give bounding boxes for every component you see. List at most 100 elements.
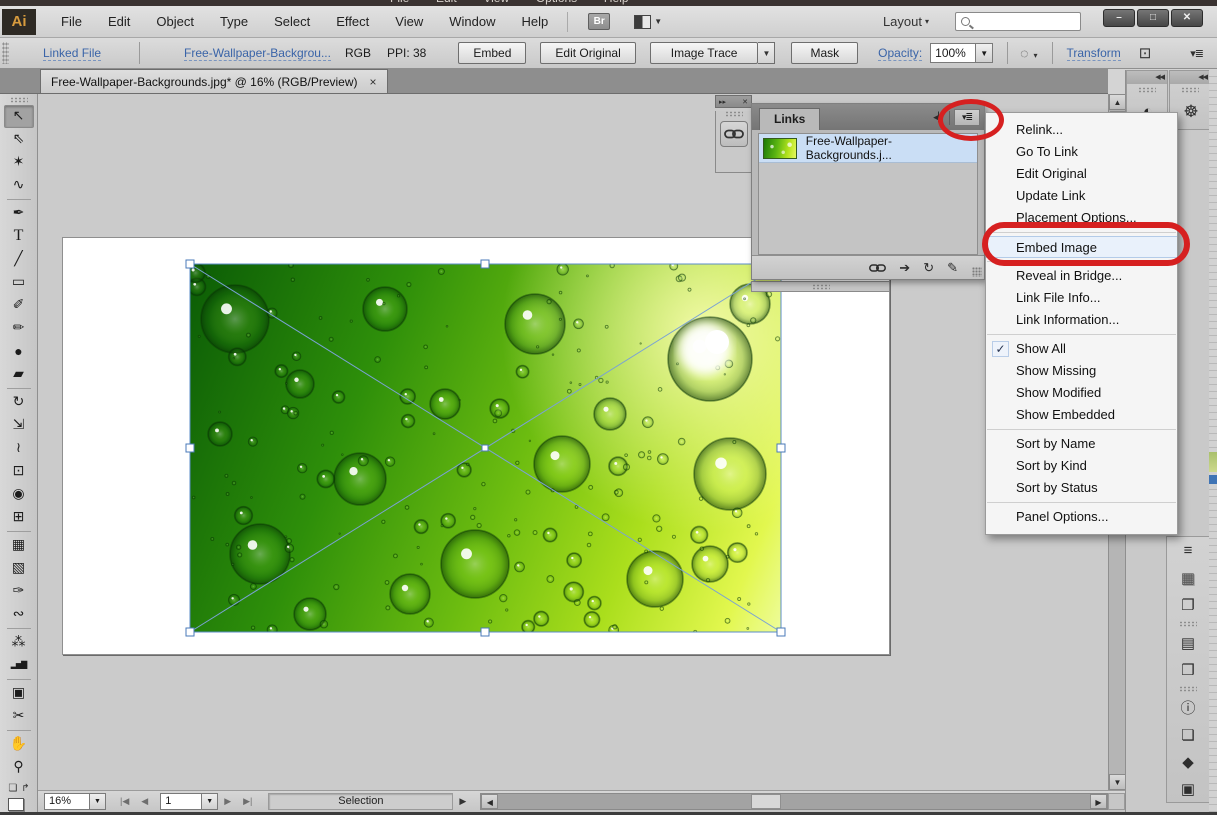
- menu-item-go-to-link[interactable]: Go To Link: [986, 141, 1177, 163]
- panel-resize-grip[interactable]: [972, 267, 982, 277]
- paintbrush-tool[interactable]: ✐: [4, 294, 34, 317]
- layout-dropdown[interactable]: Layout ▾: [883, 14, 929, 29]
- stroke-panel-icon[interactable]: ≡: [1167, 537, 1209, 564]
- image-trace-button[interactable]: Image Trace: [650, 42, 759, 64]
- menu-select[interactable]: Select: [261, 8, 323, 35]
- artboard-navigation-combo[interactable]: 1 ▼: [160, 793, 218, 810]
- blob-brush-tool[interactable]: ●: [4, 340, 34, 363]
- symbol-sprayer-tool[interactable]: ⁂: [4, 631, 34, 654]
- pathfinder-panel-icon[interactable]: ❒: [1167, 656, 1209, 683]
- free-transform-tool[interactable]: ⊡: [4, 460, 34, 483]
- menu-item-edit-original[interactable]: Edit Original: [986, 163, 1177, 185]
- go-to-link-icon[interactable]: ➔: [899, 260, 910, 276]
- style-indicator-icon[interactable]: ◌▾: [1020, 45, 1039, 61]
- zoom-level-value[interactable]: 16%: [44, 793, 90, 810]
- fill-swatch[interactable]: [8, 798, 24, 811]
- close-button[interactable]: ✕: [1171, 9, 1203, 27]
- menu-item-reveal-in-bridge[interactable]: Reveal in Bridge...: [986, 265, 1177, 287]
- shape-builder-tool[interactable]: ◉: [4, 483, 34, 506]
- panel-grip[interactable]: [1179, 686, 1197, 692]
- symbols-panel-icon[interactable]: ❐: [1167, 591, 1209, 618]
- info-panel-icon[interactable]: ⓘ: [1167, 694, 1209, 721]
- relink-icon[interactable]: [869, 263, 886, 273]
- menu-item-relink[interactable]: Relink...: [986, 119, 1177, 141]
- width-tool[interactable]: ≀: [4, 437, 34, 460]
- panel-grip[interactable]: [1179, 621, 1197, 627]
- placed-image[interactable]: [190, 264, 781, 632]
- lasso-tool[interactable]: ∿: [4, 174, 34, 197]
- default-fill-stroke-icon[interactable]: ❏: [8, 783, 17, 794]
- menu-object[interactable]: Object: [143, 8, 207, 35]
- menu-item-update-link[interactable]: Update Link: [986, 185, 1177, 207]
- document-tab[interactable]: Free-Wallpaper-Backgrounds.jpg* @ 16% (R…: [40, 69, 388, 93]
- scroll-right-icon[interactable]: ▶: [1090, 794, 1107, 809]
- selection-type-link[interactable]: Linked File: [43, 46, 101, 61]
- scroll-left-icon[interactable]: ◀: [481, 794, 498, 809]
- links-list-item[interactable]: Free-Wallpaper-Backgrounds.j...: [759, 134, 977, 163]
- panel-grip[interactable]: [1181, 87, 1199, 93]
- menu-item-panel-options[interactable]: Panel Options...: [986, 506, 1177, 528]
- links-panel-tab[interactable]: Links: [759, 108, 820, 130]
- magic-wand-tool[interactable]: ✶: [4, 151, 34, 174]
- opacity-value[interactable]: 100%: [930, 43, 976, 63]
- minimize-button[interactable]: –: [1103, 9, 1135, 27]
- embed-button[interactable]: Embed: [458, 42, 526, 64]
- column-graph-tool[interactable]: ▂▅▇: [4, 654, 34, 677]
- rotate-tool[interactable]: ↻: [4, 391, 34, 414]
- edit-original-button[interactable]: Edit Original: [540, 42, 635, 64]
- artboards-panel-icon[interactable]: ▣: [1167, 775, 1209, 802]
- menu-file[interactable]: File: [48, 8, 95, 35]
- menu-effect[interactable]: Effect: [323, 8, 382, 35]
- align-panel-icon[interactable]: ▤: [1167, 629, 1209, 656]
- slice-tool[interactable]: ✂: [4, 705, 34, 728]
- tab-close-icon[interactable]: ×: [370, 75, 377, 89]
- hand-tool[interactable]: ✋: [4, 733, 34, 756]
- docked-panel-bar[interactable]: [751, 281, 890, 292]
- menu-item-show-missing[interactable]: Show Missing: [986, 360, 1177, 382]
- opacity-link[interactable]: Opacity:: [878, 46, 922, 61]
- transform-link[interactable]: Transform: [1067, 46, 1121, 61]
- horizontal-scrollbar[interactable]: ◀ ▶: [480, 793, 1108, 810]
- control-panel-flyout-icon[interactable]: ▾≣: [1190, 47, 1203, 60]
- pen-tool[interactable]: ✒: [4, 202, 34, 225]
- next-artboard-button[interactable]: ▶: [218, 796, 237, 807]
- artboard-tool[interactable]: ▣: [4, 682, 34, 705]
- previous-artboard-button[interactable]: ◀: [135, 796, 154, 807]
- close-icon[interactable]: ✕: [742, 98, 748, 106]
- menu-item-show-all[interactable]: ✓ Show All: [986, 338, 1177, 360]
- menu-edit[interactable]: Edit: [95, 8, 143, 35]
- scroll-up-icon[interactable]: ▲: [1109, 94, 1126, 110]
- bridge-button[interactable]: Br: [588, 13, 610, 30]
- menu-item-show-embedded[interactable]: Show Embedded: [986, 404, 1177, 426]
- status-expand-button[interactable]: ▶: [453, 796, 472, 807]
- panel-grip[interactable]: [10, 97, 28, 103]
- panel-grip[interactable]: [2, 42, 9, 64]
- selection-tool[interactable]: ↖: [4, 105, 34, 128]
- menu-item-show-modified[interactable]: Show Modified: [986, 382, 1177, 404]
- menu-item-link-file-info[interactable]: Link File Info...: [986, 287, 1177, 309]
- menu-type[interactable]: Type: [207, 8, 261, 35]
- arrange-documents-button[interactable]: ▼: [634, 15, 662, 29]
- artboard-number-value[interactable]: 1: [160, 793, 202, 810]
- line-segment-tool[interactable]: ╱: [4, 248, 34, 271]
- maximize-button[interactable]: □: [1137, 9, 1169, 27]
- collapse-panels-icon[interactable]: ◀◀: [1170, 71, 1210, 84]
- zoom-dropdown-icon[interactable]: ▼: [90, 793, 106, 810]
- swatches-panel-icon[interactable]: ▦: [1167, 564, 1209, 591]
- pencil-tool[interactable]: ✏: [4, 317, 34, 340]
- image-trace-dropdown[interactable]: ▼: [758, 42, 775, 64]
- scroll-down-icon[interactable]: ▼: [1109, 774, 1126, 790]
- fill-stroke-controls[interactable]: ❏↱: [0, 783, 38, 811]
- panel-grip[interactable]: [725, 111, 743, 117]
- artboard-dropdown-icon[interactable]: ▼: [202, 793, 218, 810]
- swap-fill-stroke-icon[interactable]: ↱: [21, 783, 29, 794]
- horizontal-scrollbar-thumb[interactable]: [751, 794, 781, 809]
- panel-grip[interactable]: [1138, 87, 1156, 93]
- perspective-grid-tool[interactable]: ⊞: [4, 506, 34, 529]
- menu-view[interactable]: View: [382, 8, 436, 35]
- rectangle-tool[interactable]: ▭: [4, 271, 34, 294]
- search-input[interactable]: [974, 16, 1070, 28]
- search-box[interactable]: [955, 12, 1081, 31]
- menu-item-sort-by-status[interactable]: Sort by Status: [986, 477, 1177, 499]
- layers-panel-icon[interactable]: ◆: [1167, 748, 1209, 775]
